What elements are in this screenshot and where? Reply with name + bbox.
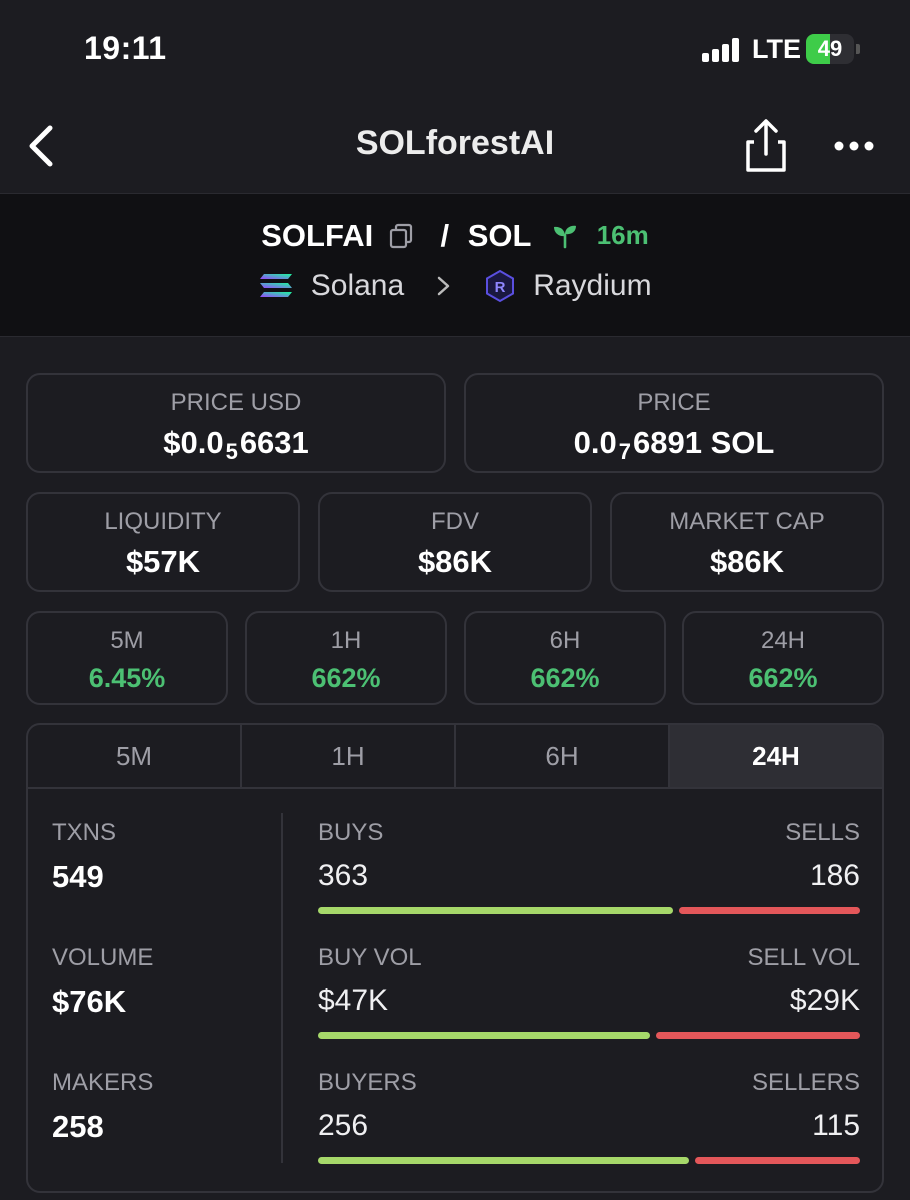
nav-bar: SOLforestAI: [0, 100, 910, 194]
share-button[interactable]: [744, 118, 788, 174]
volume-label: VOLUME: [52, 944, 154, 971]
change-label: 24H: [760, 627, 806, 654]
buy-bar: [318, 1032, 650, 1039]
more-icon: [834, 141, 874, 151]
makers-value: 258: [52, 1109, 104, 1144]
sprout-icon: [554, 225, 577, 249]
pair-separator: /: [440, 217, 450, 253]
change-label: 5M: [110, 627, 144, 654]
sell-bar: [694, 1157, 860, 1164]
buyers-sellers-bar: [318, 1157, 860, 1164]
battery-percent: 49: [817, 36, 843, 61]
change-card-5m[interactable]: 5M 6.45%: [26, 611, 228, 705]
buys-label: BUYS: [318, 819, 384, 846]
tab-24h[interactable]: 24H: [670, 725, 882, 787]
txns-panel: 5M 1H 6H 24H TXNS 549 VOLUME $76K MAKERS…: [26, 723, 884, 1193]
change-value: 662%: [530, 663, 600, 693]
buys-sells-row: BUYS SELLS 363 186: [318, 819, 860, 919]
price-native-label: PRICE: [637, 389, 711, 416]
txns-value: 549: [52, 859, 104, 894]
price-native-digits: 6891 SOL: [633, 425, 775, 460]
fdv-label: FDV: [431, 508, 479, 535]
copy-icon[interactable]: [388, 223, 414, 249]
makers-metric: MAKERS 258: [52, 1069, 153, 1145]
change-value: 6.45%: [88, 663, 166, 693]
liquidity-value: $57K: [125, 544, 201, 579]
quote-symbol: SOL: [467, 217, 532, 253]
chain-dex-breadcrumb: Solana R Raydium: [0, 268, 910, 303]
chevron-right-icon: [437, 276, 449, 296]
status-time: 19:11: [84, 30, 167, 66]
more-options-button[interactable]: [832, 128, 876, 164]
buyers-value: 256: [318, 1109, 369, 1142]
solana-icon: [260, 274, 293, 298]
buys-sells-bar: [318, 907, 860, 914]
panel-divider: [281, 813, 283, 1163]
tab-1h[interactable]: 1H: [242, 725, 456, 787]
market-cap-label: MARKET CAP: [669, 508, 825, 535]
price-native-value: 0.076891 SOL: [466, 425, 882, 464]
price-native-prefix: 0.0: [573, 425, 617, 460]
change-value: 662%: [311, 663, 381, 693]
price-usd-label: PRICE USD: [170, 389, 302, 416]
buy-sell-volume-bar: [318, 1032, 860, 1039]
change-label: 6H: [549, 627, 581, 654]
txns-metric: TXNS 549: [52, 819, 116, 895]
buys-value: 363: [318, 859, 369, 892]
base-symbol: SOLFAI: [261, 217, 374, 253]
liquidity-label: LIQUIDITY: [104, 508, 222, 535]
makers-label: MAKERS: [52, 1069, 154, 1096]
price-usd-zero-count: 5: [225, 439, 238, 464]
fdv-value: $86K: [417, 544, 493, 579]
sells-label: SELLS: [785, 819, 860, 846]
pair-row: SOLFAI / SOL 16m: [0, 216, 910, 254]
timeframe-tabs: 5M 1H 6H 24H: [28, 725, 882, 789]
txns-label: TXNS: [52, 819, 117, 846]
tab-5m[interactable]: 5M: [28, 725, 242, 787]
change-value: 662%: [748, 663, 818, 693]
change-card-24h[interactable]: 24H 662%: [682, 611, 884, 705]
raydium-icon: R: [485, 269, 514, 303]
market-cap-card: MARKET CAP $86K: [610, 492, 884, 592]
price-usd-value: $0.056631: [28, 425, 444, 464]
price-usd-card: PRICE USD $0.056631: [26, 373, 446, 473]
change-card-6h[interactable]: 6H 662%: [464, 611, 666, 705]
pair-age: 16m: [596, 220, 649, 251]
liquidity-card: LIQUIDITY $57K: [26, 492, 300, 592]
network-type: LTE: [752, 34, 801, 64]
buy-sell-volume-row: BUY VOL SELL VOL $47K $29K: [318, 944, 860, 1044]
sellers-value: 115: [812, 1109, 860, 1142]
tab-6h[interactable]: 6H: [456, 725, 670, 787]
sell-vol-label: SELL VOL: [747, 944, 860, 971]
volume-metric: VOLUME $76K: [52, 944, 153, 1020]
share-icon: [746, 119, 786, 172]
buy-bar: [318, 1157, 689, 1164]
buyers-label: BUYERS: [318, 1069, 417, 1096]
sells-value: 186: [809, 859, 860, 892]
chain-name[interactable]: Solana: [311, 269, 404, 303]
dex-name[interactable]: Raydium: [533, 269, 651, 303]
buy-bar: [318, 907, 674, 914]
sell-bar: [679, 907, 860, 914]
price-usd-digits: 6631: [239, 425, 309, 460]
market-cap-value: $86K: [709, 544, 785, 579]
sellers-label: SELLERS: [751, 1069, 860, 1096]
buy-vol-value: $47K: [318, 984, 389, 1017]
sell-bar: [655, 1032, 860, 1039]
status-bar: 19:11 LTE 49: [0, 0, 910, 100]
token-header: SOLFAI / SOL 16m Solana R Raydium: [0, 194, 910, 337]
signal-icon: [702, 38, 742, 62]
svg-text:R: R: [494, 279, 505, 296]
sell-vol-value: $29K: [789, 984, 860, 1017]
price-usd-prefix: $0.0: [163, 425, 224, 460]
battery-icon: 49: [806, 34, 860, 64]
volume-value: $76K: [52, 984, 127, 1019]
buyers-sellers-row: BUYERS SELLERS 256 115: [318, 1069, 860, 1169]
price-native-card: PRICE 0.076891 SOL: [464, 373, 884, 473]
buy-vol-label: BUY VOL: [318, 944, 422, 971]
change-card-1h[interactable]: 1H 662%: [245, 611, 447, 705]
change-label: 1H: [330, 627, 362, 654]
price-native-zero-count: 7: [618, 439, 632, 464]
fdv-card: FDV $86K: [318, 492, 592, 592]
